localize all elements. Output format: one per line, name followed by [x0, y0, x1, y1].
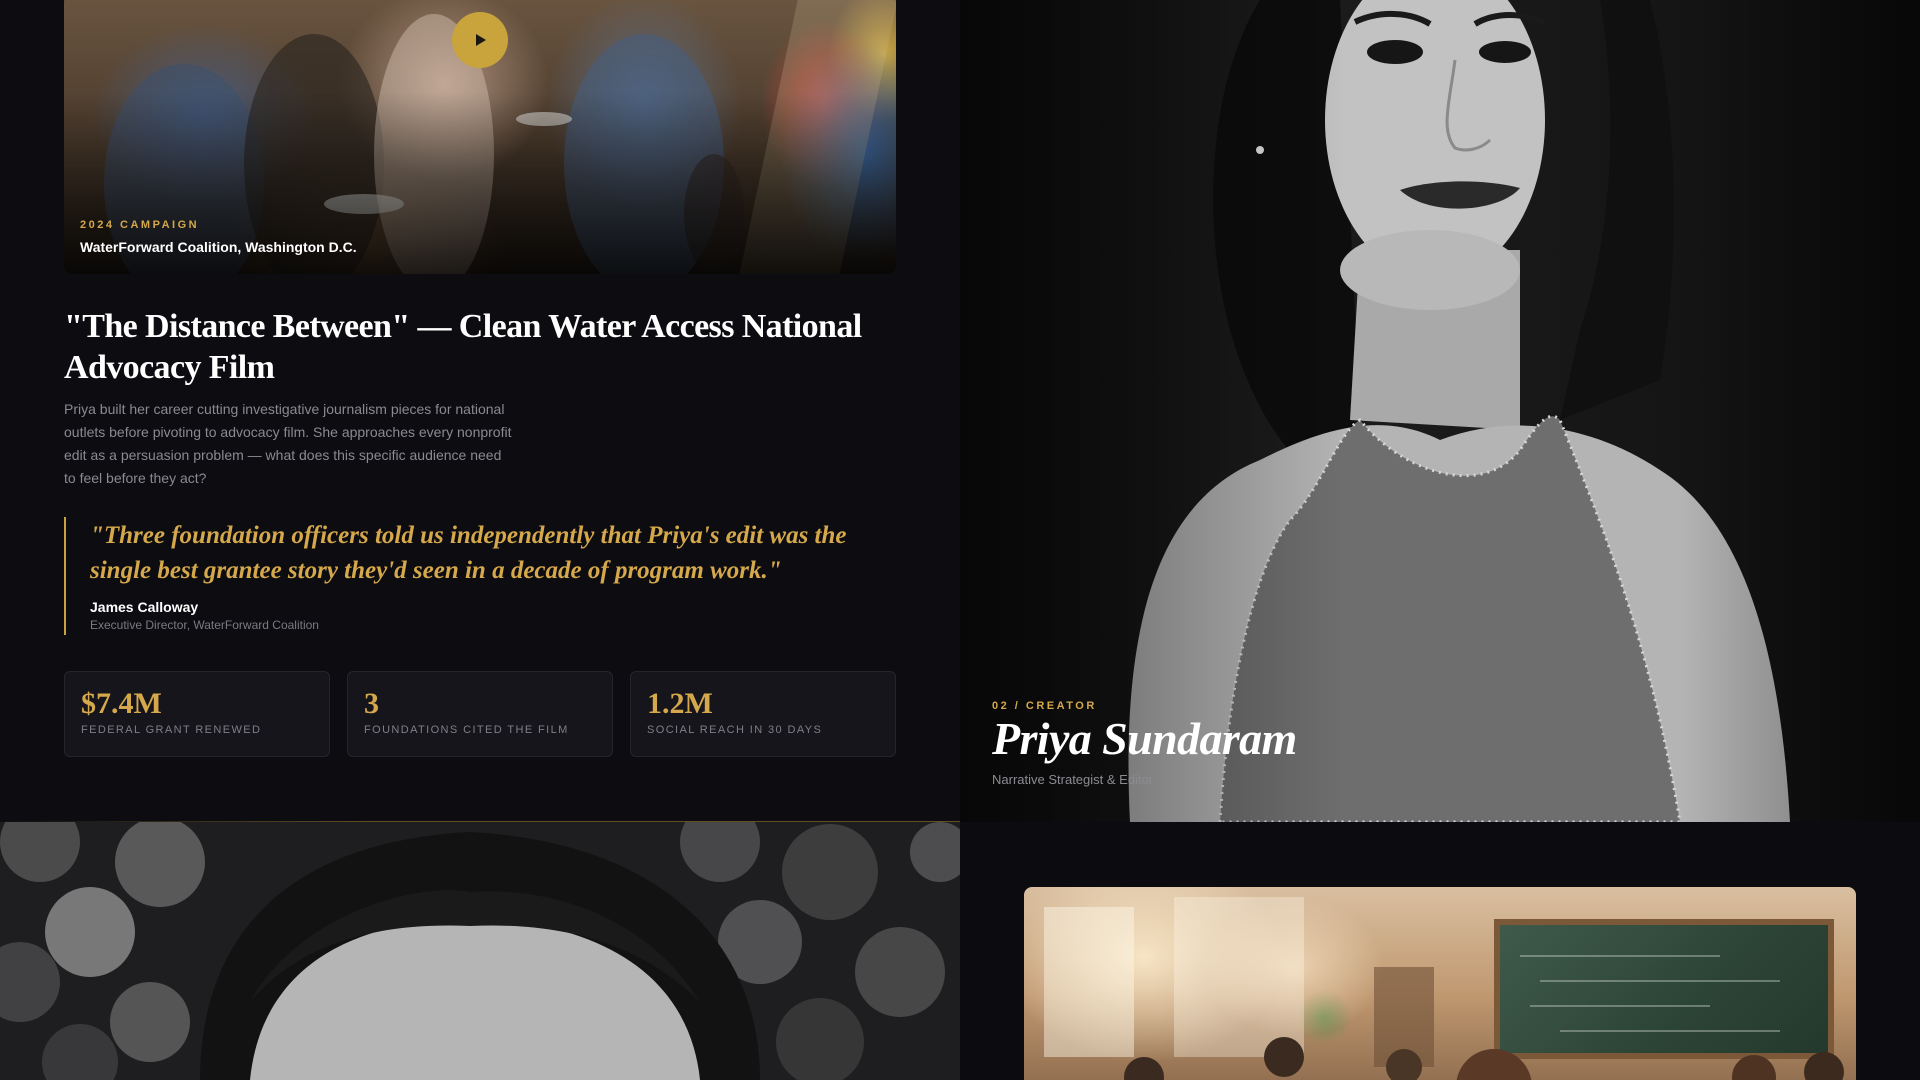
- video-eyebrow: 2024 CAMPAIGN: [80, 219, 200, 231]
- classroom-image[interactable]: [1024, 887, 1856, 1080]
- testimonial: "Three foundation officers told us indep…: [64, 517, 904, 635]
- video-caption: WaterForward Coalition, Washington D.C.: [80, 239, 357, 255]
- creator-role: Narrative Strategist & Editor: [992, 772, 1154, 787]
- stat-value: 3: [364, 687, 379, 720]
- project-title: "The Distance Between" — Clean Water Acc…: [64, 308, 862, 386]
- project-feature: 2024 CAMPAIGN WaterForward Coalition, Wa…: [0, 0, 960, 822]
- testimonial-quote: "Three foundation officers told us indep…: [90, 522, 847, 584]
- stat-label: FOUNDATIONS CITED THE FILM: [364, 724, 569, 736]
- page: 2024 CAMPAIGN WaterForward Coalition, Wa…: [0, 0, 1920, 1080]
- next-project-section: [960, 822, 1920, 1080]
- creator-portrait-panel: 02 / CREATOR Priya Sundaram Narrative St…: [960, 0, 1920, 822]
- play-button[interactable]: [452, 12, 508, 68]
- stat-label: FEDERAL GRANT RENEWED: [81, 724, 262, 736]
- creator-name: Priya Sundaram: [992, 713, 1297, 764]
- stat-value: 1.2M: [647, 687, 713, 720]
- next-creator-portrait: [0, 822, 960, 1080]
- stat-card: 1.2M SOCIAL REACH IN 30 DAYS: [630, 671, 896, 757]
- project-description: Priya built her career cutting investiga…: [64, 401, 512, 486]
- stat-card: 3 FOUNDATIONS CITED THE FILM: [347, 671, 613, 757]
- project-video-thumbnail[interactable]: 2024 CAMPAIGN WaterForward Coalition, Wa…: [64, 0, 896, 274]
- play-icon: [476, 34, 486, 46]
- portrait-shade: [960, 0, 1920, 822]
- testimonial-author-role: Executive Director, WaterForward Coaliti…: [90, 618, 319, 632]
- stat-label: SOCIAL REACH IN 30 DAYS: [647, 724, 823, 736]
- stat-value: $7.4M: [81, 687, 162, 720]
- classroom-students: [1044, 897, 1844, 1080]
- stat-card: $7.4M FEDERAL GRANT RENEWED: [64, 671, 330, 757]
- testimonial-author: James Calloway: [90, 599, 199, 615]
- impact-stats: $7.4M FEDERAL GRANT RENEWED 3 FOUNDATION…: [64, 671, 896, 757]
- bokeh-portrait-image: [0, 822, 960, 1080]
- creator-eyebrow: 02 / CREATOR: [992, 700, 1097, 712]
